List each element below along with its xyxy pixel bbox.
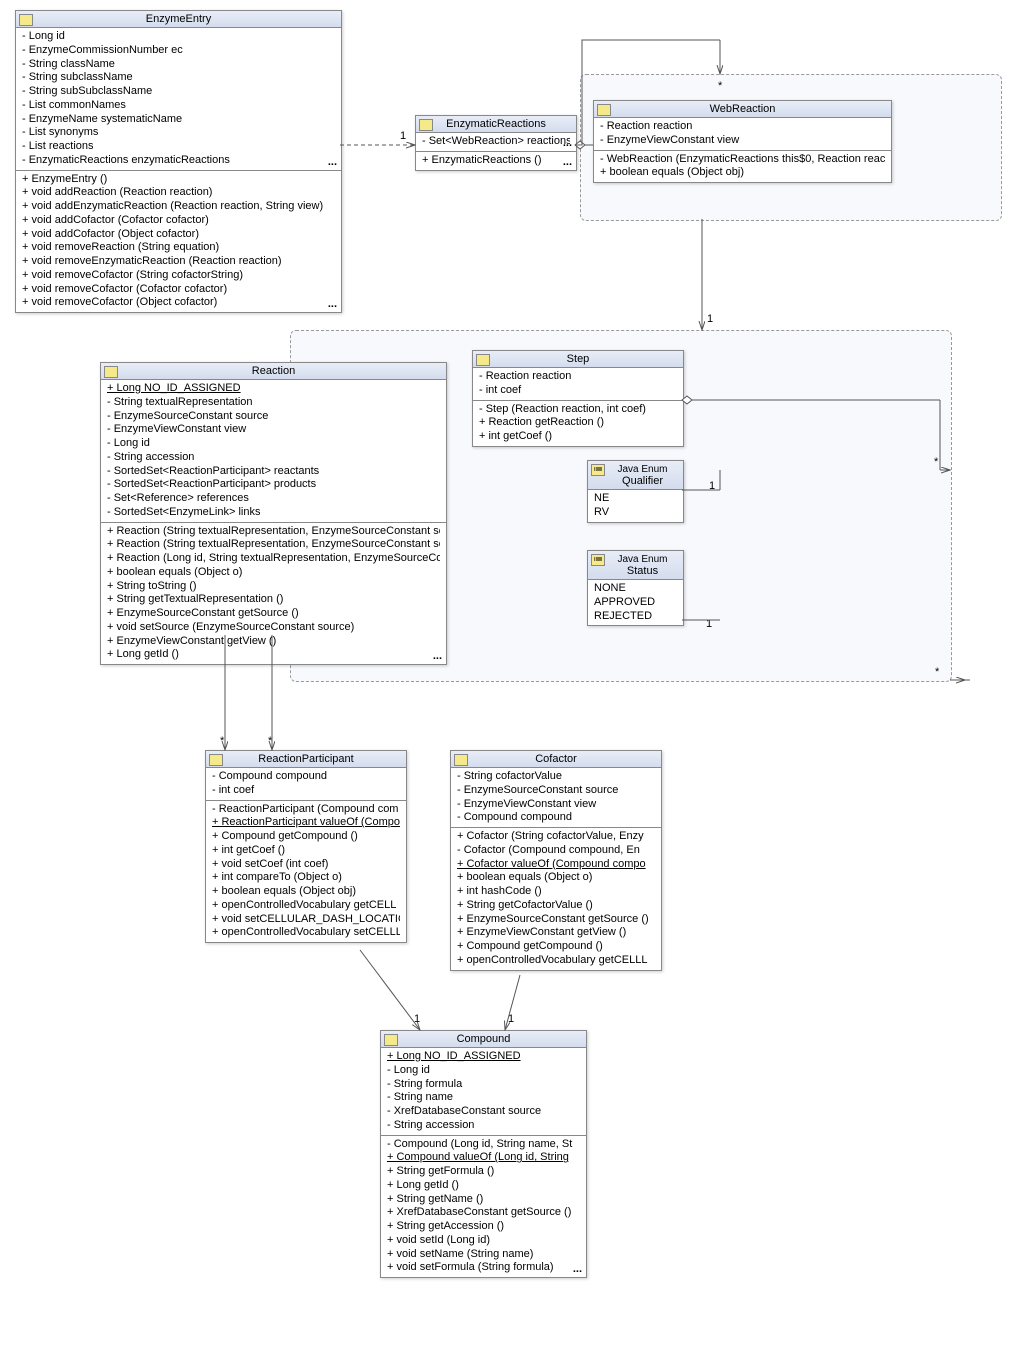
class-name: Qualifier — [622, 475, 663, 487]
class-icon — [104, 366, 118, 378]
ellipsis-icon: ... — [563, 137, 572, 151]
mult-label: * — [935, 666, 939, 678]
class-icon — [209, 754, 223, 766]
mult-label: 1 — [707, 313, 713, 325]
ellipsis-icon: ... — [328, 156, 337, 170]
mult-label: 1 — [508, 1013, 514, 1025]
class-name: ReactionParticipant — [258, 753, 353, 765]
class-reactionparticipant[interactable]: ReactionParticipant - Compound compound … — [205, 750, 407, 943]
ellipsis-icon: ... — [573, 1263, 582, 1277]
class-name: Status — [627, 565, 658, 577]
class-reaction[interactable]: Reaction + Long NO_ID_ASSIGNED - String … — [100, 362, 447, 665]
mult-label: 1 — [706, 618, 712, 630]
class-enzymeentry[interactable]: EnzymeEntry - Long id - EnzymeCommission… — [15, 10, 342, 313]
enum-qualifier[interactable]: ≔ Java Enum Qualifier NE RV — [587, 460, 684, 523]
class-icon — [597, 104, 611, 116]
class-webreaction[interactable]: WebReaction - Reaction reaction - Enzyme… — [593, 100, 892, 183]
class-name: Reaction — [252, 365, 295, 377]
class-name: Compound — [457, 1033, 511, 1045]
class-name: Step — [567, 353, 590, 365]
mult-label: * — [268, 735, 272, 747]
mult-label: * — [220, 735, 224, 747]
mult-label: 1 — [400, 130, 406, 142]
class-cofactor[interactable]: Cofactor - String cofactorValue - Enzyme… — [450, 750, 662, 971]
class-icon — [476, 354, 490, 366]
mult-label: * — [934, 456, 938, 468]
class-name: EnzymaticReactions — [446, 118, 546, 130]
class-step[interactable]: Step - Reaction reaction - int coef - St… — [472, 350, 684, 447]
class-icon — [454, 754, 468, 766]
class-icon — [419, 119, 433, 131]
class-name: EnzymeEntry — [146, 13, 211, 25]
class-enzymaticreactions[interactable]: EnzymaticReactions - Set<WebReaction> re… — [415, 115, 577, 171]
mult-label: 1 — [414, 1013, 420, 1025]
ellipsis-icon: ... — [563, 156, 572, 170]
mult-label: * — [718, 80, 722, 92]
enum-icon: ≔ — [591, 464, 605, 476]
mult-label: 1 — [709, 480, 715, 492]
ops-section: + EnzymeEntry () + void addReaction (Rea… — [16, 171, 341, 313]
ellipsis-icon: ... — [433, 650, 442, 664]
class-icon — [19, 14, 33, 26]
enum-icon: ≔ — [591, 554, 605, 566]
enum-status[interactable]: ≔ Java Enum Status NONE APPROVED REJECTE… — [587, 550, 684, 626]
class-name: WebReaction — [710, 103, 776, 115]
attrs-section: - Long id - EnzymeCommissionNumber ec - … — [16, 28, 341, 171]
ellipsis-icon: ... — [328, 298, 337, 312]
class-compound[interactable]: Compound + Long NO_ID_ASSIGNED - Long id… — [380, 1030, 587, 1278]
class-name: Cofactor — [535, 753, 577, 765]
class-icon — [384, 1034, 398, 1046]
